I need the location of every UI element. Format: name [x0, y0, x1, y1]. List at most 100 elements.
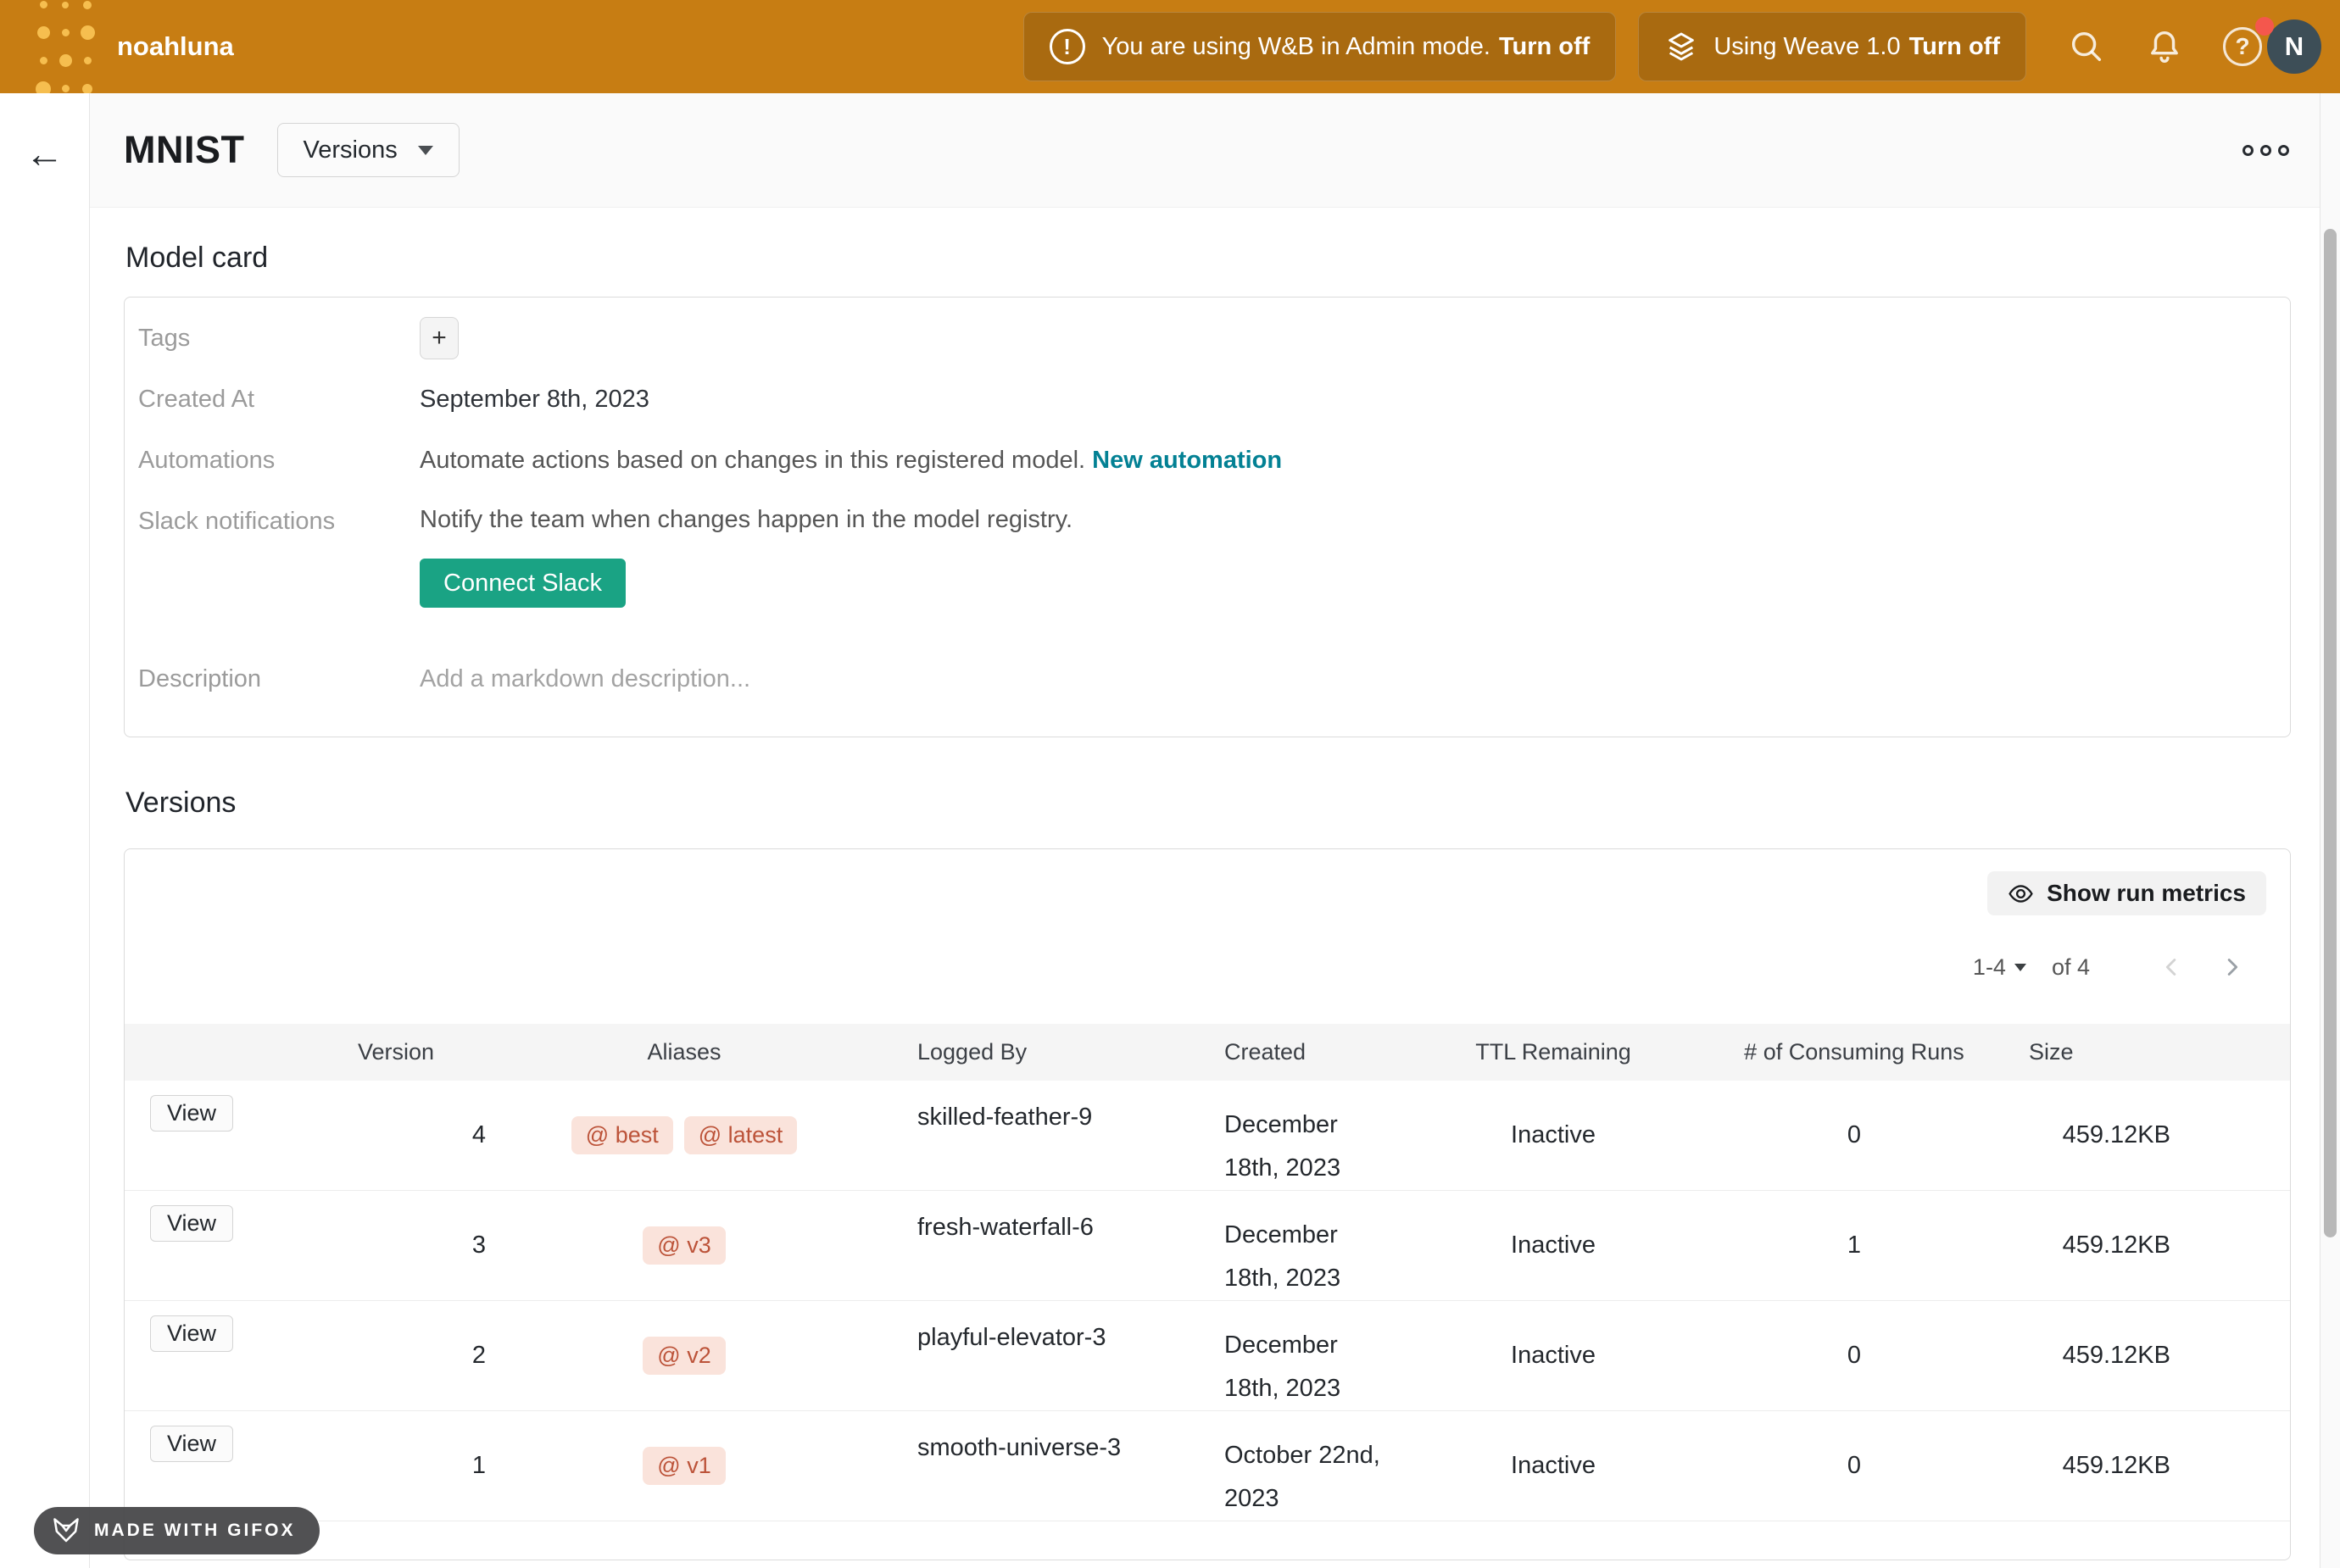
- topbar-icons: ?: [2067, 27, 2262, 66]
- automations-label: Automations: [125, 447, 420, 475]
- created-at-row: Created At September 8th, 2023: [125, 369, 2290, 430]
- ttl-cell: Inactive: [1413, 1081, 1693, 1190]
- alias-pill[interactable]: @ v3: [643, 1226, 725, 1265]
- view-button[interactable]: View: [150, 1095, 233, 1132]
- model-card-heading: Model card: [125, 242, 2291, 275]
- pagination-range-dropdown[interactable]: 1-4: [1973, 954, 2026, 981]
- aliases-cell: @ v2: [540, 1301, 828, 1410]
- column-created[interactable]: Created: [1134, 1039, 1413, 1065]
- left-rail: ←: [0, 93, 90, 1568]
- version-cell: 4: [252, 1081, 540, 1190]
- search-icon[interactable]: [2067, 27, 2106, 66]
- automations-text: Automate actions based on changes in thi…: [420, 447, 1085, 474]
- content-area: MNIST Versions Model card Tags + Created…: [90, 93, 2340, 1568]
- notification-dot: [2255, 17, 2274, 36]
- pagination: 1-4 of 4: [125, 953, 2290, 1005]
- column-size[interactable]: Size: [2015, 1039, 2290, 1065]
- ttl-cell: Inactive: [1413, 1411, 1693, 1521]
- alias-pill[interactable]: @ best: [571, 1116, 673, 1154]
- scrollbar-thumb[interactable]: [2324, 229, 2337, 1237]
- help-icon[interactable]: ?: [2223, 27, 2262, 66]
- made-with-gifox-badge[interactable]: MADE WITH GIFOX: [34, 1507, 320, 1554]
- weave-turn-off-button[interactable]: Turn off: [1909, 33, 2000, 61]
- table-row: View4@ best@ latestskilled-feather-9Dece…: [125, 1081, 2290, 1191]
- connect-slack-button[interactable]: Connect Slack: [420, 559, 626, 608]
- logged-by-cell: playful-elevator-3: [828, 1301, 1134, 1410]
- created-cell: December 18th, 2023: [1134, 1191, 1413, 1300]
- created-at-value: September 8th, 2023: [420, 386, 2290, 414]
- table-row: View3@ v3fresh-waterfall-6December 18th,…: [125, 1191, 2290, 1301]
- org-name[interactable]: noahluna: [117, 31, 234, 62]
- logged-by-cell: skilled-feather-9: [828, 1081, 1134, 1190]
- aliases-cell: @ v3: [540, 1191, 828, 1300]
- column-consuming-runs[interactable]: # of Consuming Runs: [1693, 1039, 2015, 1065]
- slack-description: Notify the team when changes happen in t…: [420, 501, 2290, 535]
- view-button[interactable]: View: [150, 1426, 233, 1462]
- show-run-metrics-label: Show run metrics: [2047, 880, 2246, 907]
- admin-mode-banner: ! You are using W&B in Admin mode. Turn …: [1023, 12, 1617, 81]
- page-title: MNIST: [124, 128, 245, 172]
- versions-heading: Versions: [125, 787, 2291, 820]
- versions-dropdown-label: Versions: [304, 136, 398, 164]
- main-content: Model card Tags + Created At September 8…: [90, 242, 2340, 1560]
- admin-turn-off-button[interactable]: Turn off: [1499, 33, 1590, 61]
- consuming-runs-cell: 0: [1693, 1301, 2015, 1410]
- column-logged-by[interactable]: Logged By: [828, 1039, 1134, 1065]
- column-version[interactable]: Version: [252, 1039, 540, 1065]
- top-navigation-bar: noahluna ! You are using W&B in Admin mo…: [0, 0, 2340, 93]
- column-ttl-remaining[interactable]: TTL Remaining: [1413, 1039, 1693, 1065]
- previous-page-button[interactable]: [2158, 953, 2187, 981]
- alias-pill[interactable]: @ v2: [643, 1337, 725, 1375]
- versions-panel: Show run metrics 1-4 of 4: [124, 848, 2291, 1560]
- page-header: MNIST Versions: [90, 93, 2340, 208]
- size-cell: 459.12KB: [2015, 1191, 2290, 1300]
- eye-icon: [2008, 881, 2034, 907]
- alias-pill[interactable]: @ v1: [643, 1447, 725, 1485]
- version-cell: 2: [252, 1301, 540, 1410]
- consuming-runs-cell: 0: [1693, 1411, 2015, 1521]
- add-tag-button[interactable]: +: [420, 317, 459, 359]
- created-at-label: Created At: [125, 386, 420, 414]
- show-run-metrics-button[interactable]: Show run metrics: [1987, 871, 2266, 915]
- tags-row: Tags +: [125, 308, 2290, 369]
- view-button[interactable]: View: [150, 1315, 233, 1352]
- description-label: Description: [125, 665, 420, 693]
- layers-icon: [1664, 30, 1698, 64]
- logged-by-cell: smooth-universe-3: [828, 1411, 1134, 1521]
- next-page-button[interactable]: [2217, 953, 2246, 981]
- table-row: View 1 @ v1 smooth-universe-3October 22nd, …: [125, 1411, 2290, 1521]
- pagination-total: of 4: [2052, 954, 2090, 981]
- chevron-down-icon: [2014, 964, 2026, 971]
- version-cell: 1: [252, 1411, 540, 1521]
- view-button[interactable]: View: [150, 1205, 233, 1242]
- description-placeholder[interactable]: Add a markdown description...: [420, 665, 2290, 693]
- description-row: Description Add a markdown description..…: [125, 640, 2290, 718]
- overflow-menu-button[interactable]: [2242, 145, 2289, 156]
- alert-circle-icon: !: [1050, 29, 1085, 64]
- size-cell: 459.12KB: [2015, 1301, 2290, 1410]
- avatar[interactable]: N: [2267, 19, 2321, 74]
- consuming-runs-cell: 0: [1693, 1081, 2015, 1190]
- back-arrow-icon[interactable]: ←: [25, 134, 64, 173]
- bell-icon[interactable]: [2145, 27, 2184, 66]
- weave-banner-text: Using Weave 1.0: [1713, 33, 1900, 61]
- logged-by-cell: fresh-waterfall-6: [828, 1191, 1134, 1300]
- admin-banner-text: You are using W&B in Admin mode.: [1102, 33, 1490, 61]
- model-card-panel: Tags + Created At September 8th, 2023 Au…: [124, 297, 2291, 737]
- slack-label: Slack notifications: [125, 501, 420, 536]
- ttl-cell: Inactive: [1413, 1301, 1693, 1410]
- vertical-scrollbar: [2320, 93, 2340, 1568]
- weave-banner: Using Weave 1.0 Turn off: [1638, 12, 2026, 81]
- versions-dropdown[interactable]: Versions: [277, 123, 460, 177]
- column-aliases[interactable]: Aliases: [540, 1039, 828, 1065]
- slack-row: Slack notifications Notify the team when…: [125, 491, 2290, 640]
- page-body: ← MNIST Versions Model card Tags + Creat…: [0, 93, 2340, 1568]
- aliases-cell: @ v1: [540, 1411, 828, 1521]
- wandb-logo-icon[interactable]: [32, 0, 98, 103]
- gifox-badge-text: MADE WITH GIFOX: [94, 1521, 296, 1541]
- created-cell: October 22nd, 2023: [1134, 1411, 1413, 1521]
- pagination-range: 1-4: [1973, 954, 2006, 981]
- alias-pill[interactable]: @ latest: [684, 1116, 797, 1154]
- aliases-cell: @ best @ latest: [540, 1081, 828, 1190]
- new-automation-link[interactable]: New automation: [1092, 447, 1282, 474]
